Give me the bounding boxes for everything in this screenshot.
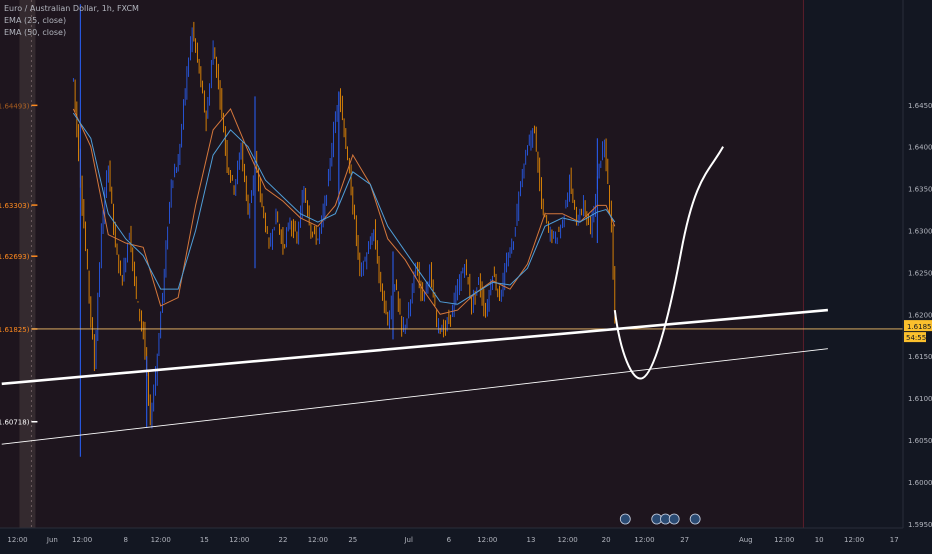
legend-ema-fast: EMA (25, close) bbox=[4, 16, 67, 25]
y-tick-label: 1.63500 bbox=[908, 186, 932, 194]
x-tick-label: 15 bbox=[200, 536, 209, 544]
fib-level-label: 1(1.60718) bbox=[0, 419, 30, 427]
y-tick-label: 1.62500 bbox=[908, 269, 932, 277]
future-area bbox=[803, 0, 903, 528]
y-tick-label: 1.61000 bbox=[908, 395, 932, 403]
legend-ema-slow: EMA (50, close) bbox=[4, 28, 67, 37]
event-badge[interactable] bbox=[689, 513, 701, 525]
x-tick-label: 12:00 bbox=[477, 536, 497, 544]
x-tick-label: 20 bbox=[602, 536, 611, 544]
price-chart[interactable]: 0.27(1.64493) 0.5(1.63303) 0.618(1.62693) 0… bbox=[0, 0, 932, 550]
x-tick-label: 12:00 bbox=[151, 536, 171, 544]
y-tick-label: 1.60000 bbox=[908, 479, 932, 487]
fib-level-label: 0.618(1.62693) bbox=[0, 253, 30, 261]
x-tick-label: 12:00 bbox=[844, 536, 864, 544]
x-tick-label: 10 bbox=[815, 536, 824, 544]
event-badge[interactable] bbox=[668, 513, 680, 525]
y-tick-label: 1.59500 bbox=[908, 521, 932, 529]
fib-level-label: 0.5(1.63303) bbox=[0, 202, 30, 210]
x-tick-label: 12:00 bbox=[634, 536, 654, 544]
last-price-label: 1.61859 bbox=[907, 323, 932, 331]
y-tick-label: 1.64500 bbox=[908, 102, 932, 110]
x-tick-label: Jun bbox=[46, 536, 58, 544]
x-tick-label: 22 bbox=[278, 536, 287, 544]
y-tick-label: 1.61500 bbox=[908, 353, 932, 361]
x-tick-label: 27 bbox=[680, 536, 689, 544]
x-tick-label: Jul bbox=[403, 536, 413, 544]
chart-root[interactable]: Euro / Australian Dollar, 1h, FXCM EMA (… bbox=[0, 0, 932, 550]
x-tick-label: 25 bbox=[348, 536, 357, 544]
y-tick-label: 1.62000 bbox=[908, 311, 932, 319]
y-tick-label: 1.64000 bbox=[908, 144, 932, 152]
chart-legend: Euro / Australian Dollar, 1h, FXCM EMA (… bbox=[4, 3, 139, 39]
event-badge[interactable] bbox=[619, 513, 631, 525]
x-tick-label: 12:00 bbox=[774, 536, 794, 544]
x-tick-label: 12:00 bbox=[72, 536, 92, 544]
x-tick-label: 12:00 bbox=[558, 536, 578, 544]
x-tick-label: 8 bbox=[124, 536, 128, 544]
symbol-title: Euro / Australian Dollar, 1h, FXCM bbox=[4, 4, 139, 13]
x-tick-label: 17 bbox=[890, 536, 899, 544]
session-band bbox=[19, 0, 36, 528]
y-tick-label: 1.63000 bbox=[908, 227, 932, 235]
countdown-label: 54:55 bbox=[906, 334, 926, 342]
x-tick-label: Aug bbox=[739, 536, 753, 544]
x-tick-label: 12:00 bbox=[229, 536, 249, 544]
x-tick-label: 6 bbox=[447, 536, 452, 544]
x-tick-label: 12:00 bbox=[308, 536, 328, 544]
x-tick-label: 13 bbox=[527, 536, 536, 544]
y-tick-label: 1.60500 bbox=[908, 437, 932, 445]
fib-level-label: 0.786(1.61825) bbox=[0, 326, 30, 334]
x-tick-label: 12:00 bbox=[7, 536, 27, 544]
fib-level-label: 0.27(1.64493) bbox=[0, 102, 30, 110]
